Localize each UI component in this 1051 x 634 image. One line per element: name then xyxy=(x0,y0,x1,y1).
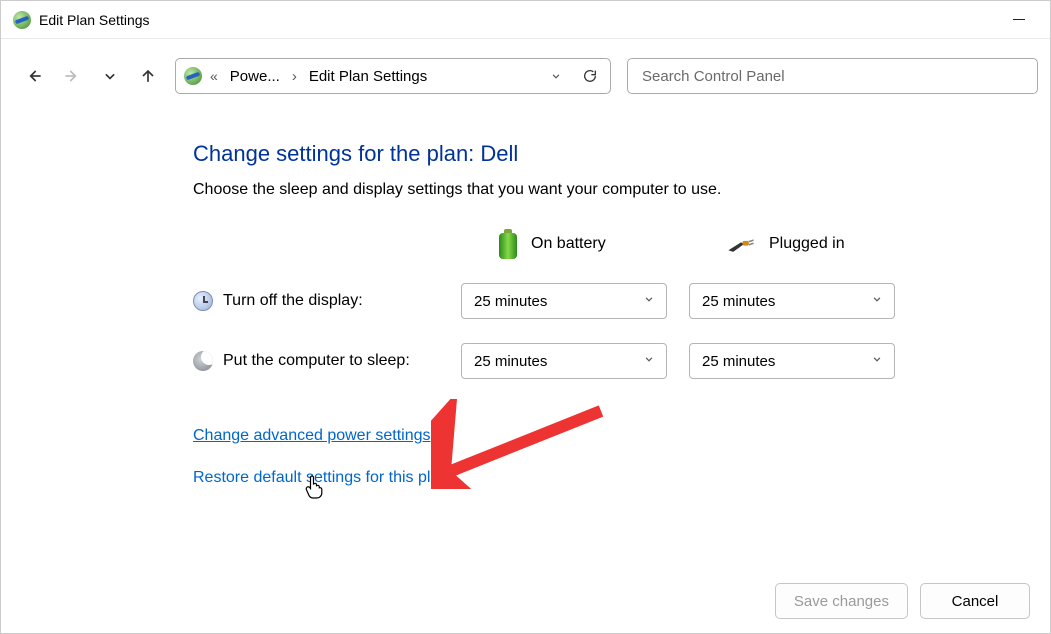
select-sleep-plugged[interactable]: 25 minutes xyxy=(689,343,895,379)
row-text-sleep: Put the computer to sleep: xyxy=(223,352,410,370)
titlebar: Edit Plan Settings xyxy=(1,1,1050,39)
plug-icon xyxy=(725,233,757,255)
select-value: 25 minutes xyxy=(474,293,547,310)
display-timer-icon xyxy=(193,291,213,311)
main-content: Change settings for the plan: Dell Choos… xyxy=(193,141,1010,511)
location-icon xyxy=(184,67,202,85)
page-description: Choose the sleep and display settings th… xyxy=(193,181,1010,199)
chevron-down-icon xyxy=(642,352,656,370)
page-title: Change settings for the plan: Dell xyxy=(193,141,1010,167)
window-title: Edit Plan Settings xyxy=(39,12,996,28)
footer-buttons: Save changes Cancel xyxy=(775,583,1030,619)
app-icon xyxy=(13,11,31,29)
chevron-right-icon: › xyxy=(290,68,299,85)
recent-dropdown-button[interactable] xyxy=(99,65,121,87)
select-display-plugged[interactable]: 25 minutes xyxy=(689,283,895,319)
address-bar[interactable]: « Powe... › Edit Plan Settings xyxy=(175,58,611,94)
row-label-sleep: Put the computer to sleep: xyxy=(193,351,439,371)
search-input[interactable] xyxy=(640,67,1025,86)
link-advanced-power-settings[interactable]: Change advanced power settings xyxy=(193,427,431,445)
toolbar: « Powe... › Edit Plan Settings xyxy=(1,53,1050,99)
sleep-moon-icon xyxy=(193,351,213,371)
chevron-down-icon xyxy=(870,292,884,310)
row-label-display: Turn off the display: xyxy=(193,291,439,311)
select-value: 25 minutes xyxy=(702,353,775,370)
select-display-battery[interactable]: 25 minutes xyxy=(461,283,667,319)
column-header-battery: On battery xyxy=(461,229,667,259)
link-restore-defaults[interactable]: Restore default settings for this plan xyxy=(193,469,448,487)
cancel-button-label: Cancel xyxy=(952,593,999,610)
chevron-down-icon xyxy=(642,292,656,310)
column-header-plugged: Plugged in xyxy=(689,233,895,255)
breadcrumb-segment-2[interactable]: Edit Plan Settings xyxy=(305,64,431,89)
links-area: Change advanced power settings Restore d… xyxy=(193,427,1010,511)
address-dropdown-button[interactable] xyxy=(542,59,570,93)
forward-button[interactable] xyxy=(61,65,83,87)
select-value: 25 minutes xyxy=(474,353,547,370)
minimize-button[interactable] xyxy=(996,11,1042,28)
refresh-button[interactable] xyxy=(576,59,604,93)
save-button[interactable]: Save changes xyxy=(775,583,908,619)
overflow-chevron-icon[interactable]: « xyxy=(208,68,220,84)
select-value: 25 minutes xyxy=(702,293,775,310)
column-label-plugged: Plugged in xyxy=(769,235,845,253)
breadcrumb-segment-1[interactable]: Powe... xyxy=(226,64,284,89)
chevron-down-icon xyxy=(870,352,884,370)
column-label-battery: On battery xyxy=(531,235,606,253)
battery-icon xyxy=(497,229,519,259)
search-box[interactable] xyxy=(627,58,1038,94)
settings-grid: On battery Plugged in Turn off the displ… xyxy=(193,229,1010,379)
row-text-display: Turn off the display: xyxy=(223,292,363,310)
select-sleep-battery[interactable]: 25 minutes xyxy=(461,343,667,379)
save-button-label: Save changes xyxy=(794,593,889,610)
up-button[interactable] xyxy=(137,65,159,87)
back-button[interactable] xyxy=(23,65,45,87)
cancel-button[interactable]: Cancel xyxy=(920,583,1030,619)
